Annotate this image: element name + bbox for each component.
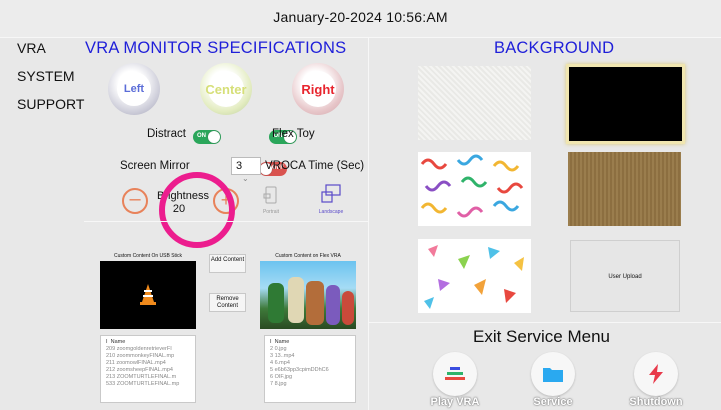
distract-toggle[interactable]: ON [193, 129, 221, 144]
distract-label: Distract [147, 128, 186, 140]
list-item[interactable]: 209 zoomgoldenretrieverFI [106, 346, 190, 353]
list-item[interactable]: 210 zoommonkeyFINAL.mp [106, 353, 190, 360]
list-item[interactable]: 212 zoomsheepFINAL.mp4 [106, 367, 190, 374]
center-monitor-button[interactable]: Center [200, 63, 252, 115]
list-item[interactable]: 211 zoomowlFINAL.mp4 [106, 360, 190, 367]
triangle-pattern [424, 245, 524, 309]
vlc-cone-icon [140, 284, 156, 305]
flex-content-title: Custom Content on Flex VRA [275, 253, 341, 259]
sidebar-item-support[interactable]: SUPPORT [17, 96, 84, 112]
shutdown-label: Shutdown [629, 396, 683, 408]
vroca-value: 3 [236, 160, 243, 172]
play-vra-label: Play VRA [430, 396, 480, 408]
usb-content-title: Custom Content On USB Stick [113, 253, 183, 259]
sidebar-item-system[interactable]: SYSTEM [17, 68, 75, 84]
status-bar: January-20-2024 10:56:AM [0, 0, 721, 37]
list-item[interactable]: 2 0.jpg [270, 346, 350, 353]
portrait-button[interactable]: Portrait [258, 186, 284, 215]
right-orb-label: Right [300, 71, 336, 107]
exit-divider [369, 322, 721, 323]
preview-figure [288, 277, 304, 323]
portrait-label: Portrait [262, 209, 280, 215]
monitor-specs-title: VRA MONITOR SPECIFICATIONS [85, 39, 347, 57]
vroca-select[interactable]: 3 ⌄ [231, 157, 261, 183]
flex-file-list[interactable]: I Name 2 0.jpg 3 13..mp4 4 6.mp4 5 e6b63… [264, 335, 356, 403]
shutdown-icon [634, 352, 678, 396]
datetime-label: January-20-2024 10:56:AM [273, 9, 448, 25]
flex-toy-label: Flex Toy [272, 128, 315, 140]
list-item[interactable]: 7 8.jpg [270, 381, 350, 388]
list-item[interactable]: 213 ZOOMTURTLEFINAL.m [106, 374, 190, 381]
left-orb-label: Left [117, 72, 151, 106]
add-content-button[interactable]: Add Content [209, 254, 246, 273]
shutdown-button[interactable]: Shutdown [621, 352, 691, 408]
remove-content-button[interactable]: Remove Content [209, 293, 246, 312]
distract-toggle-text: ON [197, 132, 206, 139]
right-monitor-button[interactable]: Right [292, 63, 344, 115]
left-monitor-button[interactable]: Left [108, 63, 160, 115]
portrait-icon [263, 186, 277, 204]
background-option-triangles[interactable] [418, 239, 531, 313]
background-option-black-selected[interactable] [566, 64, 685, 144]
list-item[interactable]: 3 13..mp4 [270, 353, 350, 360]
background-option-linen[interactable] [418, 66, 531, 140]
chevron-down-icon: ⌄ [242, 174, 249, 183]
usb-preview [100, 261, 196, 329]
sidebar-item-vra[interactable]: VRA [17, 40, 46, 56]
background-title: BACKGROUND [494, 39, 615, 57]
exit-service-menu-button[interactable]: Exit Service Menu [473, 327, 610, 347]
service-button[interactable]: Service [518, 352, 588, 408]
landscape-button[interactable]: Landscape [316, 184, 346, 215]
landscape-label: Landscape [318, 209, 344, 215]
usb-file-list[interactable]: I Name 209 zoomgoldenretrieverFI 210 zoo… [100, 335, 196, 403]
screen-mirror-label: Screen Mirror [120, 160, 190, 172]
center-orb-label: Center [205, 71, 247, 107]
play-vra-icon [433, 352, 477, 396]
content-divider [84, 221, 368, 222]
preview-figure [268, 283, 284, 323]
list-header: I Name [270, 339, 290, 345]
brightness-decrease-button[interactable]: – [122, 188, 148, 214]
squiggle-pattern [420, 154, 524, 218]
list-header: I Name [106, 339, 126, 345]
list-item[interactable]: 533 ZOOMTURTLEFINAL.mp [106, 381, 190, 388]
folder-icon [531, 352, 575, 396]
highlight-circle [159, 172, 235, 248]
toggle-knob [208, 130, 220, 143]
background-option-burlap[interactable] [568, 152, 681, 226]
service-label: Service [533, 396, 573, 408]
list-item[interactable]: 6 OIF.jpg [270, 374, 350, 381]
top-divider [0, 37, 721, 38]
landscape-icon [321, 184, 341, 203]
user-upload-button[interactable]: User Upload [570, 240, 680, 312]
flex-preview [260, 261, 356, 329]
background-option-squiggles[interactable] [418, 152, 531, 226]
preview-figure [306, 281, 324, 325]
list-item[interactable]: 4 6.mp4 [270, 360, 350, 367]
panel-divider [368, 37, 369, 410]
vroca-label: VROCA Time (Sec) [265, 160, 365, 172]
preview-figure [326, 285, 340, 325]
list-item[interactable]: 5 e6b63pp3cpimDDhC6 [270, 367, 350, 374]
play-vra-button[interactable]: Play VRA [420, 352, 490, 408]
preview-figure [342, 291, 354, 325]
